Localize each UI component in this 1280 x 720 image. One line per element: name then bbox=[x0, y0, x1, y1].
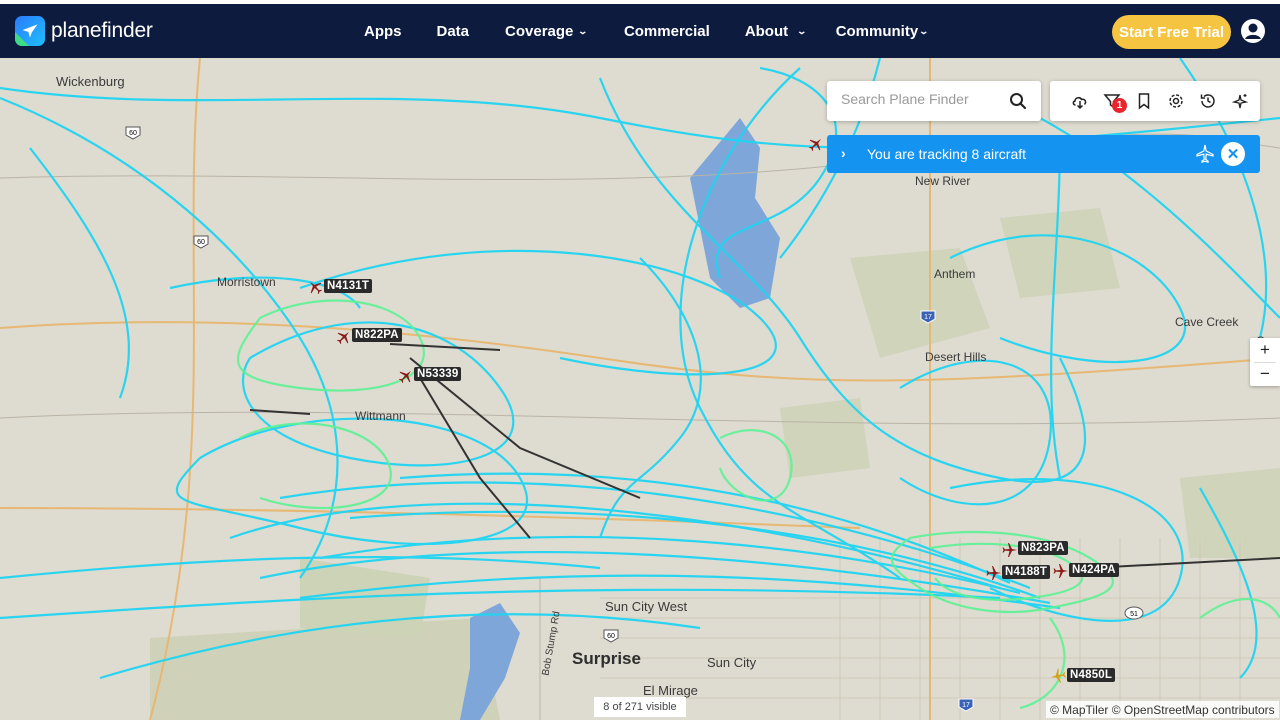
place-label: Sun City West bbox=[605, 599, 688, 614]
nav-community[interactable]: Community ⌄ bbox=[836, 23, 930, 40]
place-label: New River bbox=[915, 174, 971, 188]
svg-text:17: 17 bbox=[962, 702, 970, 709]
chevron-down-icon: ⌄ bbox=[796, 25, 808, 36]
cloud-download-button[interactable] bbox=[1064, 85, 1096, 117]
filter-badge: 1 bbox=[1112, 98, 1127, 113]
tracking-banner[interactable]: › You are tracking 8 aircraft ✕ bbox=[827, 135, 1260, 173]
aircraft-icon[interactable] bbox=[1050, 668, 1066, 684]
nav-apps[interactable]: Apps bbox=[364, 23, 402, 40]
aircraft-icon[interactable] bbox=[1053, 563, 1069, 579]
bookmark-icon bbox=[1138, 93, 1150, 110]
place-label: Desert Hills bbox=[925, 350, 987, 364]
search-input[interactable] bbox=[841, 91, 1001, 107]
zoom-out-button[interactable]: − bbox=[1250, 362, 1280, 386]
svg-text:60: 60 bbox=[197, 239, 205, 246]
visible-count: 8 of 271 visible bbox=[594, 697, 686, 717]
svg-text:51: 51 bbox=[1130, 611, 1138, 618]
route-shield-icon: 60 bbox=[125, 126, 141, 140]
aircraft-label[interactable]: N4131T bbox=[324, 279, 373, 293]
nav-coverage[interactable]: Coverage ⌄ bbox=[505, 23, 589, 40]
place-label: Surprise bbox=[572, 649, 641, 668]
planefinder-logo-icon bbox=[15, 16, 45, 46]
map-attribution[interactable]: © MapTiler © OpenStreetMap contributors bbox=[1046, 701, 1279, 718]
close-icon[interactable]: ✕ bbox=[1221, 142, 1245, 166]
place-label: Sun City bbox=[707, 655, 757, 670]
aircraft-label[interactable]: N4850L bbox=[1067, 668, 1116, 682]
aircraft-label[interactable]: N53339 bbox=[414, 367, 462, 381]
logo-text: planefinder bbox=[51, 19, 153, 42]
place-label: El Mirage bbox=[643, 683, 698, 698]
aircraft-icon[interactable] bbox=[336, 329, 352, 345]
aircraft-icon[interactable] bbox=[398, 368, 414, 384]
place-label: Anthem bbox=[934, 267, 976, 281]
route-shield-icon: 17 bbox=[920, 310, 936, 324]
place-label: Morristown bbox=[217, 275, 276, 289]
aircraft-icon[interactable] bbox=[307, 279, 323, 295]
plane-sparkle-icon bbox=[1231, 94, 1249, 109]
divider bbox=[1254, 362, 1276, 363]
search-box bbox=[827, 81, 1041, 121]
aircraft-icon[interactable] bbox=[1002, 542, 1018, 558]
chevron-right-icon[interactable]: › bbox=[841, 145, 846, 161]
main-nav: Apps Data Coverage ⌄ Commercial About ⌄ Co… bbox=[364, 4, 930, 58]
tracking-message: You are tracking 8 aircraft bbox=[867, 146, 1027, 162]
nav-data[interactable]: Data bbox=[437, 23, 470, 40]
chevron-down-icon: ⌄ bbox=[577, 25, 589, 36]
navbar: planefinder Apps Data Coverage ⌄ Commerci… bbox=[0, 4, 1280, 58]
route-shield-icon: 60 bbox=[193, 235, 209, 249]
filter-button[interactable]: 1 bbox=[1096, 85, 1128, 117]
history-button[interactable] bbox=[1192, 85, 1224, 117]
zoom-in-button[interactable]: + bbox=[1250, 338, 1280, 362]
bookmark-button[interactable] bbox=[1128, 85, 1160, 117]
aircraft-icon[interactable] bbox=[808, 136, 824, 152]
nav-about[interactable]: About ⌄ bbox=[745, 23, 808, 40]
place-label: Wittmann bbox=[355, 409, 406, 423]
aircraft-label[interactable]: N424PA bbox=[1069, 563, 1119, 577]
nav-commercial[interactable]: Commercial bbox=[624, 23, 710, 40]
history-icon bbox=[1200, 94, 1215, 108]
chevron-down-icon: ⌄ bbox=[918, 25, 930, 36]
aircraft-icon[interactable] bbox=[986, 565, 1002, 581]
settings-button[interactable] bbox=[1160, 85, 1192, 117]
svg-text:60: 60 bbox=[607, 633, 615, 640]
route-shield-icon: 17 bbox=[958, 698, 974, 712]
place-label: Cave Creek bbox=[1175, 315, 1239, 329]
3d-view-button[interactable] bbox=[1224, 85, 1256, 117]
route-shield-icon: 60 bbox=[603, 629, 619, 643]
gear-icon bbox=[1169, 94, 1183, 108]
aircraft-label[interactable]: N822PA bbox=[352, 328, 402, 342]
cloud-download-icon bbox=[1072, 96, 1087, 110]
route-shield-icon: 51 bbox=[1124, 606, 1144, 620]
map-toolbar: 1 bbox=[1050, 81, 1260, 121]
plane-icon[interactable] bbox=[1195, 144, 1215, 164]
place-label: Wickenburg bbox=[56, 74, 125, 89]
logo[interactable]: planefinder bbox=[15, 16, 153, 46]
zoom-control: + − bbox=[1250, 338, 1280, 386]
aircraft-label[interactable]: N4188T bbox=[1002, 565, 1051, 579]
user-circle-icon[interactable] bbox=[1240, 18, 1266, 44]
search-icon[interactable] bbox=[1009, 92, 1027, 110]
svg-text:17: 17 bbox=[924, 314, 932, 321]
aircraft-label[interactable]: N823PA bbox=[1018, 541, 1068, 555]
start-free-trial-button[interactable]: Start Free Trial bbox=[1112, 15, 1231, 49]
svg-text:60: 60 bbox=[129, 130, 137, 137]
